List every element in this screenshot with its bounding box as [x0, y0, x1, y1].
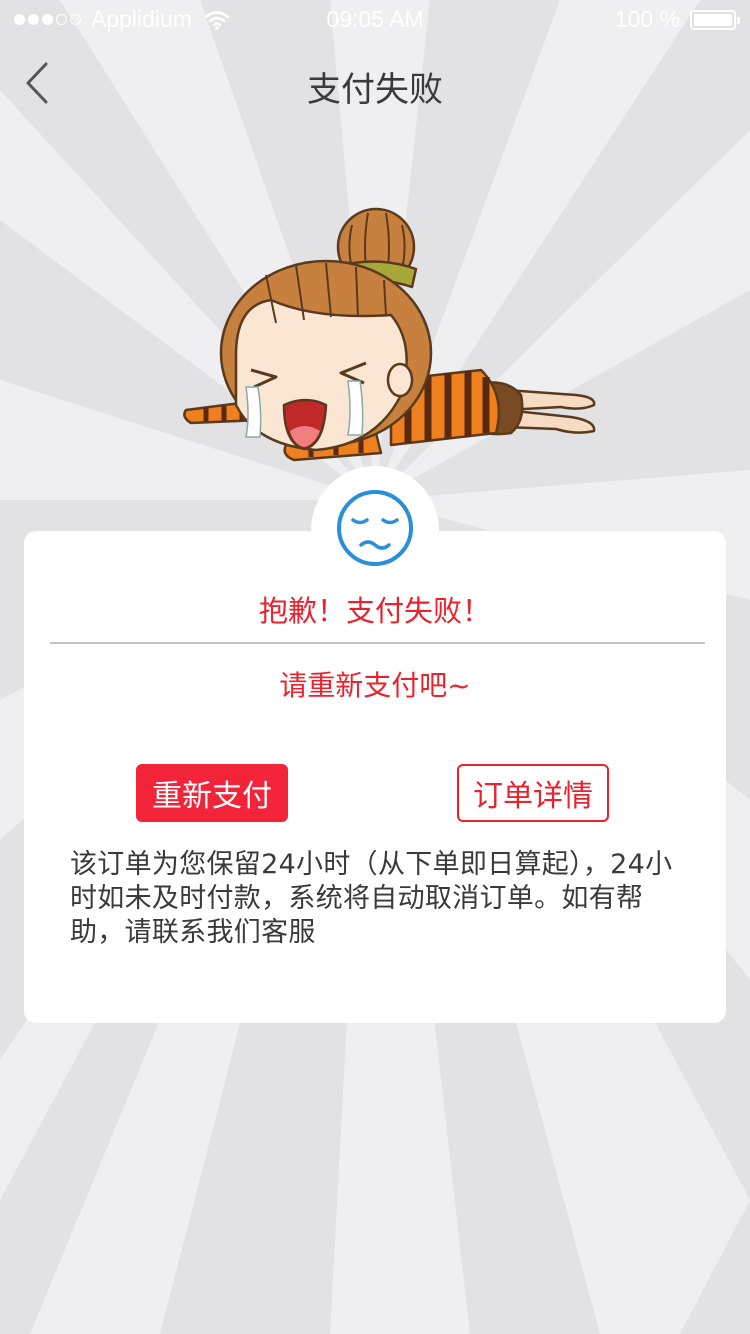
nav-bar: 支付失败 [0, 40, 750, 128]
sad-face-icon [337, 490, 413, 566]
crying-girl-illustration [183, 207, 596, 462]
battery-percent: 100 % [614, 6, 680, 32]
order-detail-button[interactable]: 订单详情 [457, 764, 609, 822]
status-bar: Applidium 09:05 AM 100 % [0, 0, 750, 40]
order-notice-text: 该订单为您保留24小时（从下单即日算起），24小时如未及时付款，系统将自动取消订… [70, 849, 673, 948]
failure-subtitle: 请重新支付吧~ [279, 669, 471, 702]
status-right: 100 % [614, 6, 740, 33]
battery-level [694, 13, 732, 26]
battery-icon [690, 9, 740, 30]
page-title: 支付失败 [307, 70, 443, 110]
divider [50, 642, 705, 644]
repay-button[interactable]: 重新支付 [136, 764, 288, 822]
failure-title: 抱歉！支付失败！ [258, 594, 491, 628]
